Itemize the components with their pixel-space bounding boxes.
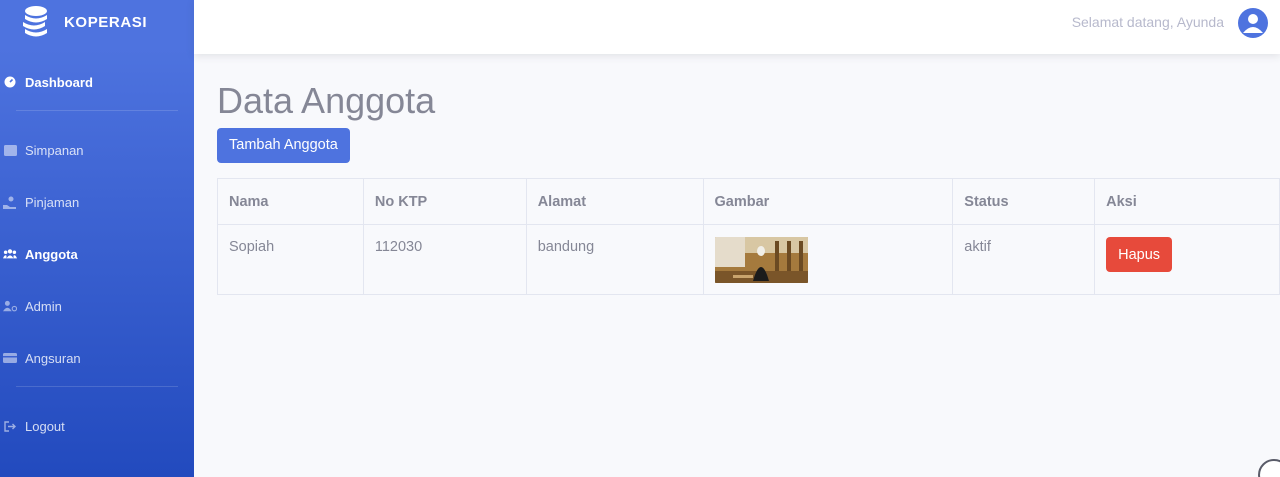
user-circle-icon[interactable]	[1238, 8, 1268, 38]
credit-card-icon	[3, 351, 17, 365]
cell-aksi: Hapus	[1094, 224, 1280, 295]
brand[interactable]: KOPERASI	[0, 0, 194, 44]
sidebar-item-label: Pinjaman	[25, 194, 80, 210]
column-header-gambar: Gambar	[702, 178, 954, 225]
cell-gambar	[702, 224, 954, 295]
column-header-aksi: Aksi	[1094, 178, 1280, 225]
table-header-row: Nama No KTP Alamat Gambar Status Aksi	[217, 178, 1280, 225]
sidebar: KOPERASI Dashboard Simpanan Pinjaman Ang…	[0, 0, 194, 477]
sidebar-item-label: Dashboard	[25, 74, 93, 90]
hand-holding-icon	[3, 195, 17, 209]
tachometer-icon	[3, 75, 17, 89]
column-header-nama: Nama	[217, 178, 364, 225]
column-header-alamat: Alamat	[525, 178, 704, 225]
table-row: Sopiah 112030 bandung aktif Hapus	[217, 224, 1280, 295]
user-cog-icon	[3, 299, 17, 313]
sidebar-divider	[16, 386, 178, 387]
sign-out-icon	[3, 419, 17, 433]
sidebar-divider	[16, 110, 178, 111]
coins-stack-icon	[23, 6, 47, 37]
wallet-icon	[3, 143, 17, 157]
cell-status: aktif	[952, 224, 1096, 295]
delete-button[interactable]: Hapus	[1106, 237, 1173, 272]
sidebar-item-label: Admin	[25, 298, 62, 314]
sidebar-item-pinjaman[interactable]: Pinjaman	[0, 192, 194, 212]
member-photo	[714, 237, 808, 283]
sidebar-item-simpanan[interactable]: Simpanan	[0, 140, 194, 160]
cell-nama: Sopiah	[217, 224, 364, 295]
users-icon	[3, 247, 17, 261]
sidebar-item-angsuran[interactable]: Angsuran	[0, 348, 194, 368]
sidebar-item-logout[interactable]: Logout	[0, 416, 194, 436]
sidebar-item-label: Simpanan	[25, 142, 84, 158]
sidebar-item-dashboard[interactable]: Dashboard	[0, 72, 194, 92]
sidebar-item-label: Logout	[25, 418, 65, 434]
page-title: Data Anggota	[217, 80, 436, 121]
topbar: Selamat datang, Ayunda	[194, 0, 1280, 54]
brand-name: KOPERASI	[64, 13, 148, 31]
sidebar-item-admin[interactable]: Admin	[0, 296, 194, 316]
column-header-no-ktp: No KTP	[362, 178, 527, 225]
sidebar-item-label: Anggota	[25, 246, 78, 262]
members-table: Nama No KTP Alamat Gambar Status Aksi So…	[217, 178, 1280, 295]
cell-alamat: bandung	[525, 224, 704, 295]
add-member-button[interactable]: Tambah Anggota	[217, 128, 350, 163]
cell-no-ktp: 112030	[362, 224, 527, 295]
sidebar-item-anggota[interactable]: Anggota	[0, 244, 194, 264]
welcome-text[interactable]: Selamat datang, Ayunda	[1072, 14, 1224, 30]
scroll-to-top-button[interactable]	[1258, 459, 1280, 477]
column-header-status: Status	[952, 178, 1096, 225]
sidebar-item-label: Angsuran	[25, 350, 81, 366]
